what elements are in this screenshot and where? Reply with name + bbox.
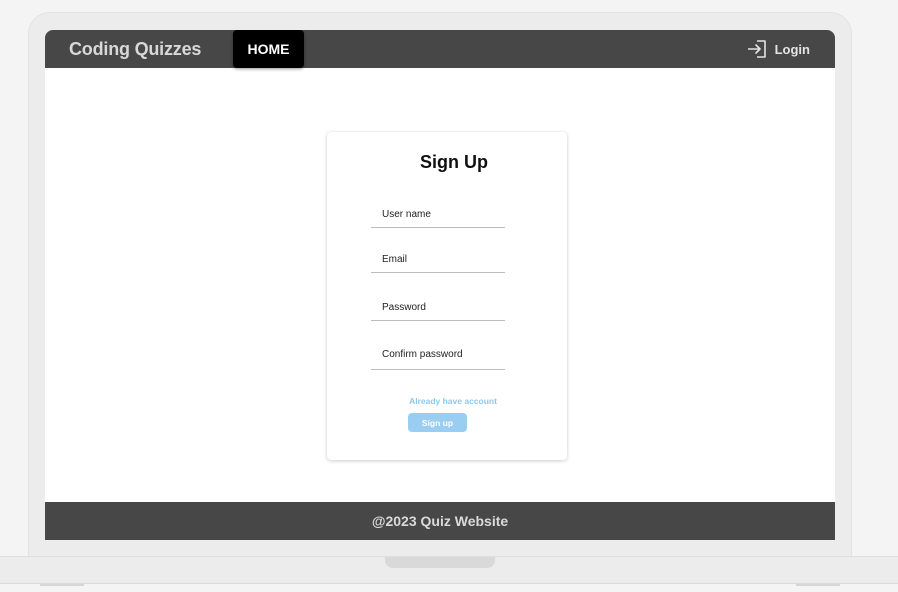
footer: @2023 Quiz Website xyxy=(45,502,835,540)
login-label: Login xyxy=(774,41,810,57)
already-have-account-link[interactable]: Already have account xyxy=(327,396,567,406)
app-screen: Coding Quizzes HOME Login Sign Up User n… xyxy=(45,30,835,540)
login-link[interactable]: Login xyxy=(747,40,810,58)
laptop-notch xyxy=(385,557,495,568)
email-field xyxy=(371,246,505,273)
confirm-password-input[interactable] xyxy=(371,341,505,367)
footer-text: @2023 Quiz Website xyxy=(371,513,509,529)
nav-home-button[interactable]: HOME xyxy=(233,30,304,68)
stage: Coding Quizzes HOME Login Sign Up User n… xyxy=(0,0,898,592)
laptop-foot-right xyxy=(796,584,840,586)
signup-title: Sign Up xyxy=(420,152,488,172)
brand-title: Coding Quizzes xyxy=(69,39,202,59)
email-input[interactable] xyxy=(371,246,505,272)
signup-card: Sign Up Already have account Sign up xyxy=(327,132,567,460)
username-field xyxy=(371,201,505,228)
navbar: Coding Quizzes HOME Login xyxy=(45,30,835,68)
username-input[interactable] xyxy=(371,201,505,227)
laptop-foot-left xyxy=(40,584,84,586)
password-field xyxy=(371,294,505,321)
login-icon xyxy=(747,40,766,58)
password-input[interactable] xyxy=(371,294,505,320)
confirm-password-field xyxy=(371,341,505,370)
signup-button[interactable]: Sign up xyxy=(408,413,467,432)
